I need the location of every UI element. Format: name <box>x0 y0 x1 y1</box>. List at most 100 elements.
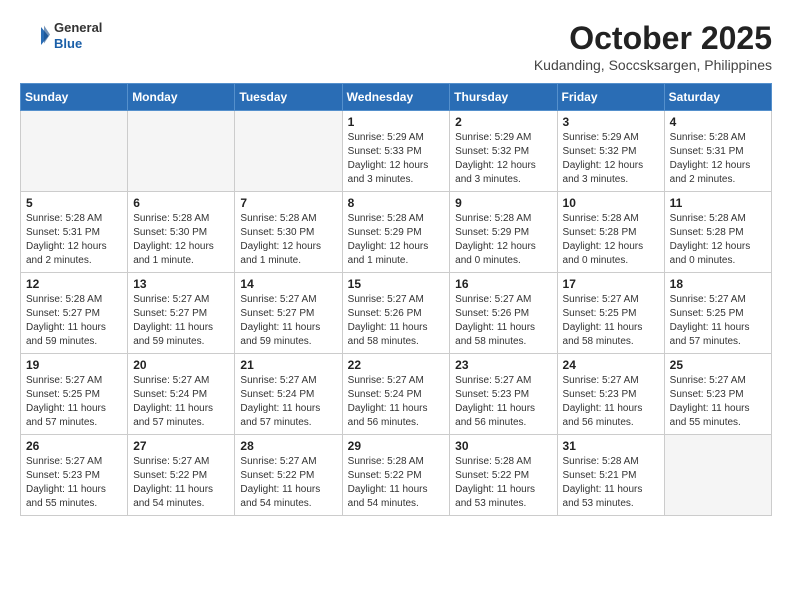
calendar-cell: 14 Sunrise: 5:27 AM Sunset: 5:27 PM Dayli… <box>235 273 342 354</box>
title-block: October 2025 Kudanding, Soccsksargen, Ph… <box>534 20 772 73</box>
day-number: 25 <box>670 358 766 372</box>
day-info: Sunrise: 5:27 AM Sunset: 5:24 PM Dayligh… <box>240 374 336 430</box>
calendar-cell: 9 Sunrise: 5:28 AM Sunset: 5:29 PM Daylig… <box>450 192 557 273</box>
day-info: Sunrise: 5:27 AM Sunset: 5:23 PM Dayligh… <box>670 374 766 430</box>
day-number: 19 <box>26 358 122 372</box>
day-info: Sunrise: 5:28 AM Sunset: 5:31 PM Dayligh… <box>26 212 122 268</box>
calendar-cell: 23Sunrise: 5:27 AM Sunset: 5:23 PM Dayli… <box>450 354 557 435</box>
calendar-cell <box>128 111 235 192</box>
day-number: 5 <box>26 196 122 210</box>
day-info: Sunrise: 5:28 AM Sunset: 5:22 PM Dayligh… <box>455 455 551 511</box>
day-info: Sunrise: 5:27 AM Sunset: 5:22 PM Dayligh… <box>133 455 229 511</box>
day-number: 14 <box>240 277 336 291</box>
calendar-cell: 26 Sunrise: 5:27 AM Sunset: 5:23 PM Dayli… <box>21 435 128 516</box>
calendar-week-row: 19 Sunrise: 5:27 AM Sunset: 5:25 PM Dayli… <box>21 354 772 435</box>
day-info: Sunrise: 5:28 AM Sunset: 5:29 PM Dayligh… <box>455 212 551 268</box>
logo-text: General Blue <box>54 20 102 51</box>
calendar-cell <box>664 435 771 516</box>
day-number: 15 <box>348 277 445 291</box>
calendar-cell: 4Sunrise: 5:28 AM Sunset: 5:31 PM Daylig… <box>664 111 771 192</box>
weekday-header: Monday <box>128 84 235 111</box>
day-info: Sunrise: 5:28 AM Sunset: 5:21 PM Dayligh… <box>563 455 659 511</box>
day-info: Sunrise: 5:27 AM Sunset: 5:26 PM Dayligh… <box>455 293 551 349</box>
page-header: General Blue October 2025 Kudanding, Soc… <box>20 20 772 73</box>
day-info: Sunrise: 5:27 AM Sunset: 5:23 PM Dayligh… <box>563 374 659 430</box>
day-number: 27 <box>133 439 229 453</box>
calendar-cell: 5 Sunrise: 5:28 AM Sunset: 5:31 PM Daylig… <box>21 192 128 273</box>
calendar-week-row: 12Sunrise: 5:28 AM Sunset: 5:27 PM Dayli… <box>21 273 772 354</box>
calendar-cell: 6Sunrise: 5:28 AM Sunset: 5:30 PM Daylig… <box>128 192 235 273</box>
logo: General Blue <box>20 20 102 51</box>
day-info: Sunrise: 5:27 AM Sunset: 5:23 PM Dayligh… <box>455 374 551 430</box>
weekday-header: Thursday <box>450 84 557 111</box>
day-info: Sunrise: 5:27 AM Sunset: 5:27 PM Dayligh… <box>240 293 336 349</box>
calendar-cell: 20Sunrise: 5:27 AM Sunset: 5:24 PM Dayli… <box>128 354 235 435</box>
day-number: 24 <box>563 358 659 372</box>
day-number: 9 <box>455 196 551 210</box>
calendar-header-row: SundayMondayTuesdayWednesdayThursdayFrid… <box>21 84 772 111</box>
calendar-cell: 17 Sunrise: 5:27 AM Sunset: 5:25 PM Dayli… <box>557 273 664 354</box>
calendar-cell: 12Sunrise: 5:28 AM Sunset: 5:27 PM Dayli… <box>21 273 128 354</box>
day-number: 2 <box>455 115 551 129</box>
day-number: 21 <box>240 358 336 372</box>
calendar-cell: 25 Sunrise: 5:27 AM Sunset: 5:23 PM Dayli… <box>664 354 771 435</box>
calendar-cell: 2 Sunrise: 5:29 AM Sunset: 5:32 PM Daylig… <box>450 111 557 192</box>
day-number: 20 <box>133 358 229 372</box>
day-info: Sunrise: 5:27 AM Sunset: 5:23 PM Dayligh… <box>26 455 122 511</box>
calendar-cell: 31 Sunrise: 5:28 AM Sunset: 5:21 PM Dayli… <box>557 435 664 516</box>
calendar-cell: 10 Sunrise: 5:28 AM Sunset: 5:28 PM Dayli… <box>557 192 664 273</box>
calendar-week-row: 26 Sunrise: 5:27 AM Sunset: 5:23 PM Dayli… <box>21 435 772 516</box>
weekday-header: Sunday <box>21 84 128 111</box>
calendar-cell <box>235 111 342 192</box>
day-info: Sunrise: 5:27 AM Sunset: 5:24 PM Dayligh… <box>348 374 445 430</box>
calendar-cell: 18 Sunrise: 5:27 AM Sunset: 5:25 PM Dayli… <box>664 273 771 354</box>
day-number: 17 <box>563 277 659 291</box>
calendar-week-row: 5 Sunrise: 5:28 AM Sunset: 5:31 PM Daylig… <box>21 192 772 273</box>
logo-icon <box>20 21 50 51</box>
day-number: 8 <box>348 196 445 210</box>
day-info: Sunrise: 5:28 AM Sunset: 5:28 PM Dayligh… <box>563 212 659 268</box>
day-number: 29 <box>348 439 445 453</box>
day-info: Sunrise: 5:29 AM Sunset: 5:32 PM Dayligh… <box>455 131 551 187</box>
day-number: 22 <box>348 358 445 372</box>
calendar-cell: 22 Sunrise: 5:27 AM Sunset: 5:24 PM Dayli… <box>342 354 450 435</box>
calendar-cell: 21 Sunrise: 5:27 AM Sunset: 5:24 PM Dayli… <box>235 354 342 435</box>
calendar-cell: 30Sunrise: 5:28 AM Sunset: 5:22 PM Dayli… <box>450 435 557 516</box>
day-info: Sunrise: 5:28 AM Sunset: 5:22 PM Dayligh… <box>348 455 445 511</box>
logo-blue: Blue <box>54 36 102 52</box>
calendar-cell: 27 Sunrise: 5:27 AM Sunset: 5:22 PM Dayli… <box>128 435 235 516</box>
calendar-cell: 1Sunrise: 5:29 AM Sunset: 5:33 PM Daylig… <box>342 111 450 192</box>
day-info: Sunrise: 5:28 AM Sunset: 5:27 PM Dayligh… <box>26 293 122 349</box>
weekday-header: Wednesday <box>342 84 450 111</box>
location: Kudanding, Soccsksargen, Philippines <box>534 57 772 73</box>
day-info: Sunrise: 5:28 AM Sunset: 5:30 PM Dayligh… <box>133 212 229 268</box>
day-info: Sunrise: 5:27 AM Sunset: 5:27 PM Dayligh… <box>133 293 229 349</box>
day-info: Sunrise: 5:27 AM Sunset: 5:25 PM Dayligh… <box>670 293 766 349</box>
day-info: Sunrise: 5:29 AM Sunset: 5:33 PM Dayligh… <box>348 131 445 187</box>
calendar-cell: 24 Sunrise: 5:27 AM Sunset: 5:23 PM Dayli… <box>557 354 664 435</box>
calendar-cell: 11Sunrise: 5:28 AM Sunset: 5:28 PM Dayli… <box>664 192 771 273</box>
day-info: Sunrise: 5:27 AM Sunset: 5:25 PM Dayligh… <box>26 374 122 430</box>
day-info: Sunrise: 5:27 AM Sunset: 5:26 PM Dayligh… <box>348 293 445 349</box>
day-info: Sunrise: 5:28 AM Sunset: 5:30 PM Dayligh… <box>240 212 336 268</box>
day-info: Sunrise: 5:29 AM Sunset: 5:32 PM Dayligh… <box>563 131 659 187</box>
calendar-cell: 13Sunrise: 5:27 AM Sunset: 5:27 PM Dayli… <box>128 273 235 354</box>
month-title: October 2025 <box>534 20 772 57</box>
calendar-cell: 3Sunrise: 5:29 AM Sunset: 5:32 PM Daylig… <box>557 111 664 192</box>
weekday-header: Saturday <box>664 84 771 111</box>
calendar-cell: 29 Sunrise: 5:28 AM Sunset: 5:22 PM Dayli… <box>342 435 450 516</box>
weekday-header: Tuesday <box>235 84 342 111</box>
day-number: 18 <box>670 277 766 291</box>
calendar-cell: 15 Sunrise: 5:27 AM Sunset: 5:26 PM Dayli… <box>342 273 450 354</box>
day-number: 26 <box>26 439 122 453</box>
day-info: Sunrise: 5:28 AM Sunset: 5:29 PM Dayligh… <box>348 212 445 268</box>
day-number: 31 <box>563 439 659 453</box>
day-number: 10 <box>563 196 659 210</box>
day-info: Sunrise: 5:27 AM Sunset: 5:25 PM Dayligh… <box>563 293 659 349</box>
weekday-header: Friday <box>557 84 664 111</box>
day-number: 28 <box>240 439 336 453</box>
day-info: Sunrise: 5:27 AM Sunset: 5:22 PM Dayligh… <box>240 455 336 511</box>
logo-general: General <box>54 20 102 36</box>
day-info: Sunrise: 5:28 AM Sunset: 5:31 PM Dayligh… <box>670 131 766 187</box>
calendar-cell <box>21 111 128 192</box>
